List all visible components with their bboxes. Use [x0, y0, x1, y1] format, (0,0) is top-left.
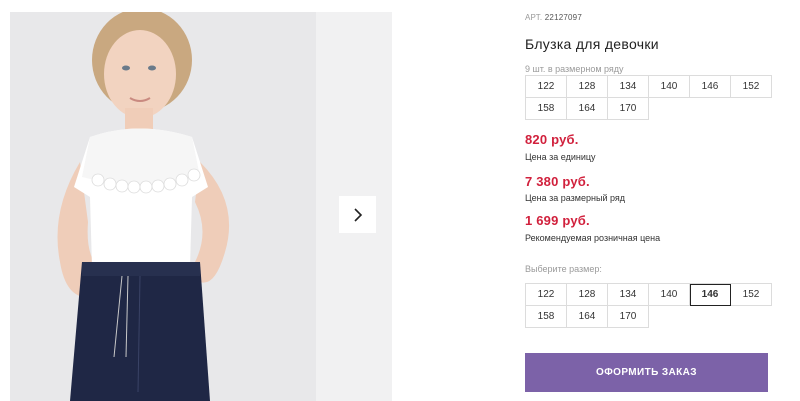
size-selector: 122 128 134 140 146 152 158 164 170 [525, 283, 772, 328]
size-line-price: 7 380 руб. [525, 174, 590, 189]
girl-in-blouse-image [10, 12, 316, 401]
unit-price-caption: Цена за единицу [525, 152, 596, 162]
size-line-cell: 164 [567, 98, 608, 120]
size-line-cell: 122 [526, 76, 567, 98]
size-line-cell: 140 [649, 76, 690, 98]
gallery-next-button[interactable] [339, 196, 376, 233]
size-option[interactable]: 122 [526, 284, 567, 306]
size-option[interactable]: 164 [567, 306, 608, 328]
size-option[interactable]: 152 [731, 284, 772, 306]
article-number: АРТ. 22127097 [525, 13, 582, 22]
size-line-cell: 158 [526, 98, 567, 120]
product-photo[interactable] [10, 12, 316, 401]
chevron-right-icon [353, 207, 362, 222]
article-value: 22127097 [544, 13, 582, 22]
article-label: АРТ. [525, 13, 543, 22]
size-line-cell: 152 [731, 76, 772, 98]
size-line-cell: 170 [608, 98, 649, 120]
unit-price: 820 руб. [525, 132, 579, 147]
choose-size-label: Выберите размер: [525, 264, 602, 274]
size-option[interactable]: 128 [567, 284, 608, 306]
place-order-button[interactable]: ОФОРМИТЬ ЗАКАЗ [525, 353, 768, 392]
size-line-note: 9 шт. в размерном ряду [525, 64, 624, 74]
size-option-selected[interactable]: 146 [690, 284, 731, 306]
size-line-grid: 122 128 134 140 146 152 158 164 170 [525, 75, 772, 120]
size-option[interactable]: 134 [608, 284, 649, 306]
size-line-cell: 128 [567, 76, 608, 98]
retail-price-caption: Рекомендуемая розничная цена [525, 233, 661, 243]
size-option[interactable]: 158 [526, 306, 567, 328]
size-option[interactable]: 140 [649, 284, 690, 306]
size-option[interactable]: 170 [608, 306, 649, 328]
product-gallery [0, 0, 392, 401]
size-line-cell: 134 [608, 76, 649, 98]
retail-price: 1 699 руб. [525, 213, 590, 228]
size-line-cell: 146 [690, 76, 731, 98]
size-line-price-caption: Цена за размерный ряд [525, 193, 626, 203]
product-title: Блузка для девочки [525, 36, 659, 52]
